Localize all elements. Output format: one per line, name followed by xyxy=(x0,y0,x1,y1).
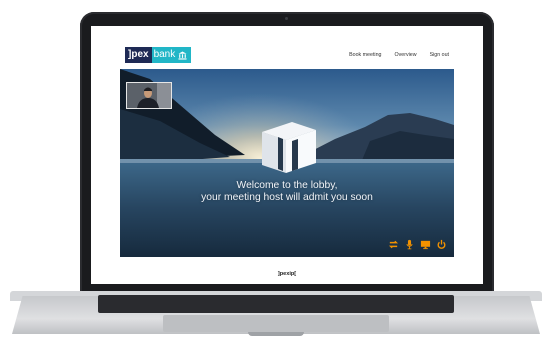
logo-text-left: ]pex xyxy=(125,47,152,63)
self-view-person-icon xyxy=(127,83,171,108)
logo-text-right: bank xyxy=(151,47,192,63)
top-nav: Book meeting Overview Sign out xyxy=(349,52,449,58)
pexip-footer-logo: ]pexip[ xyxy=(277,271,297,277)
power-icon[interactable] xyxy=(435,238,448,251)
laptop-camera xyxy=(285,17,288,20)
nav-book-meeting[interactable]: Book meeting xyxy=(349,52,381,58)
laptop-screen: ]pex bank Book meeting Overview Sign out xyxy=(91,26,483,284)
welcome-message-line2: your meeting host will admit you soon xyxy=(201,192,373,203)
lobby-video: Welcome to the lobby, your meeting host … xyxy=(120,69,454,257)
call-controls xyxy=(387,238,448,251)
logo-bank-label: bank xyxy=(153,49,176,60)
screen-share-icon[interactable] xyxy=(419,238,432,251)
nav-overview[interactable]: Overview xyxy=(394,52,416,58)
self-view-video[interactable] xyxy=(126,82,172,109)
pexip-cube-logo xyxy=(262,122,316,173)
app-header: ]pex bank Book meeting Overview Sign out xyxy=(91,26,483,66)
pexbank-logo[interactable]: ]pex bank xyxy=(125,47,192,63)
laptop-keyboard xyxy=(98,295,454,313)
laptop-touchpad xyxy=(163,315,389,332)
nav-sign-out[interactable]: Sign out xyxy=(430,52,449,58)
swap-camera-icon[interactable] xyxy=(387,238,400,251)
laptop-lid: ]pex bank Book meeting Overview Sign out xyxy=(80,12,494,298)
laptop-front-notch xyxy=(248,332,304,336)
microphone-icon[interactable] xyxy=(403,238,416,251)
welcome-message-line1: Welcome to the lobby, xyxy=(236,180,338,191)
bank-icon xyxy=(178,50,187,60)
